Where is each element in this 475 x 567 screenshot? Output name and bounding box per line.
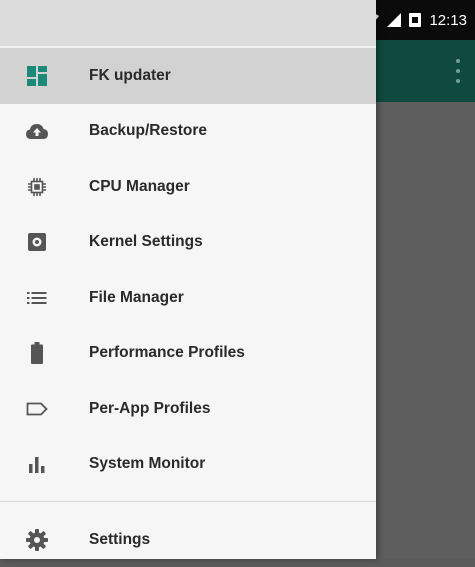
drawer-item-label: Kernel Settings (89, 233, 203, 251)
drawer-item-per-app-profiles[interactable]: Per-App Profiles (0, 381, 376, 437)
drawer-item-fk-updater[interactable]: FK updater (0, 48, 376, 104)
drawer-item-kernel-settings[interactable]: Kernel Settings (0, 215, 376, 271)
status-time: 12:13 (429, 11, 467, 29)
gear-icon (26, 528, 48, 551)
drawer-item-system-monitor[interactable]: System Monitor (0, 437, 376, 493)
drawer-item-cpu-manager[interactable]: CPU Manager (0, 159, 376, 215)
kernel-settings-icon (26, 231, 48, 253)
dashboard-icon (26, 65, 48, 87)
signal-icon (387, 13, 402, 27)
drawer-menu: FK updater Backup/Restore CPU Manager Ke… (0, 48, 376, 492)
drawer-item-file-manager[interactable]: File Manager (0, 270, 376, 326)
drawer-item-backup-restore[interactable]: Backup/Restore (0, 104, 376, 160)
sim-icon (409, 13, 422, 27)
drawer-item-label: CPU Manager (89, 177, 190, 195)
cloud-upload-icon (26, 120, 48, 142)
label-tag-icon (26, 398, 48, 420)
drawer-item-label: Backup/Restore (89, 122, 208, 140)
drawer-item-label: Settings (89, 530, 151, 548)
drawer-header (0, 0, 376, 48)
drawer-item-performance-profiles[interactable]: Performance Profiles (0, 326, 376, 382)
drawer-divider (0, 501, 376, 502)
drawer-item-label: System Monitor (89, 455, 206, 473)
battery-icon (26, 342, 48, 365)
cpu-chip-icon (26, 176, 48, 198)
drawer-item-label: Performance Profiles (89, 344, 245, 362)
drawer-item-label: Per-App Profiles (89, 399, 211, 417)
drawer-item-label: File Manager (89, 288, 184, 306)
bar-chart-icon (26, 453, 48, 475)
list-icon (26, 287, 48, 309)
drawer-item-label: FK updater (89, 66, 171, 84)
navigation-drawer: FK updater Backup/Restore CPU Manager Ke… (0, 0, 376, 559)
status-icons: 12:13 (363, 0, 467, 40)
overflow-menu-icon[interactable] (453, 59, 463, 83)
